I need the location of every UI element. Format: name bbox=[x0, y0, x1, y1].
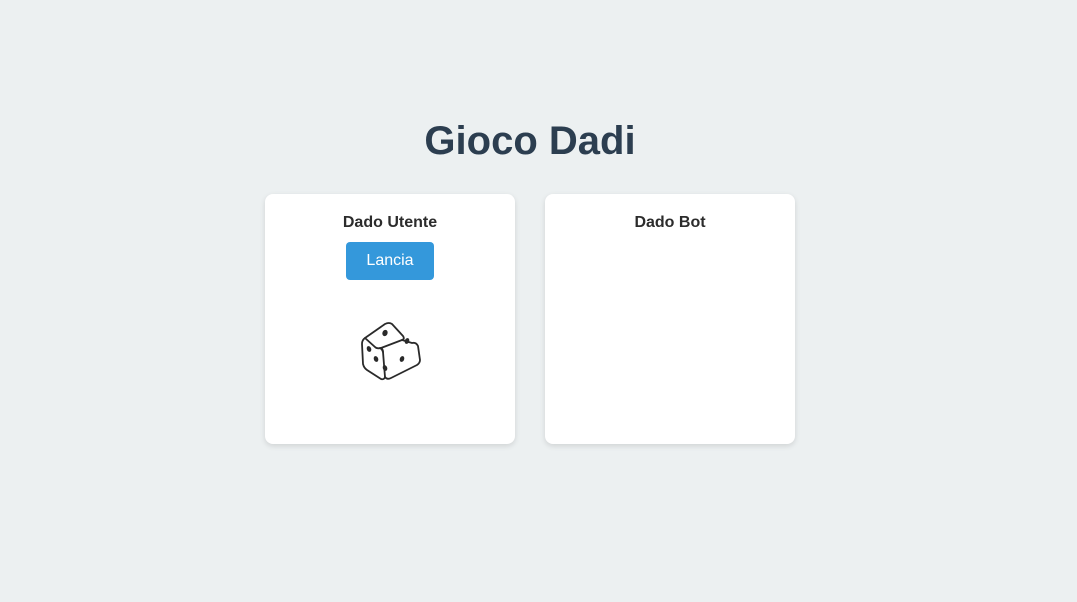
page: Gioco Dadi Dado Utente Lancia Dado Bot bbox=[0, 0, 1077, 602]
roll-button[interactable]: Lancia bbox=[346, 242, 434, 280]
bot-dice-card: Dado Bot bbox=[545, 194, 795, 444]
page-title: Gioco Dadi bbox=[424, 119, 636, 163]
user-dice-heading: Dado Utente bbox=[342, 214, 438, 231]
bot-dice-heading: Dado Bot bbox=[634, 214, 706, 231]
user-dice-card: Dado Utente Lancia bbox=[265, 194, 515, 444]
dice-icon bbox=[359, 318, 423, 382]
